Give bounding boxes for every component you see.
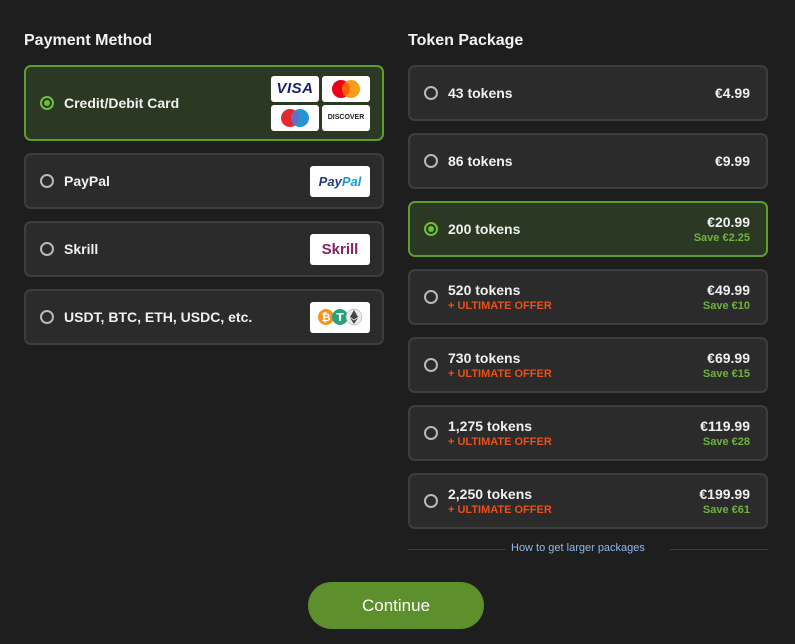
- continue-button[interactable]: Continue: [308, 582, 484, 629]
- payment-option-crypto[interactable]: USDT, BTC, ETH, USDC, etc. ₿ T: [24, 289, 384, 345]
- token-price: €199.99: [699, 486, 750, 502]
- savings-label: Save €28: [702, 436, 750, 448]
- token-package-radio[interactable]: [424, 222, 438, 236]
- larger-packages-link[interactable]: How to get larger packages: [511, 542, 645, 554]
- payment-option-label: Credit/Debit Card: [64, 95, 180, 111]
- mastercard-logo: [322, 75, 370, 102]
- paypal-logo: PayPal: [310, 165, 370, 197]
- token-amount: 2,250 tokens: [448, 486, 533, 502]
- token-package-option[interactable]: 200 tokens €20.99 Save €2.25: [408, 201, 768, 257]
- card-radio[interactable]: [40, 96, 54, 110]
- payment-option-paypal[interactable]: PayPal PayPal: [24, 153, 384, 209]
- token-amount: 200 tokens: [448, 221, 521, 237]
- token-package-option[interactable]: 730 tokens + ULTIMATE OFFER €69.99 Save €15: [408, 337, 768, 393]
- savings-label: Save €2.25: [693, 232, 750, 244]
- token-package-option[interactable]: 1,275 tokens + ULTIMATE OFFER €119.99 Save …: [408, 405, 768, 461]
- token-package-radio[interactable]: [424, 426, 438, 440]
- token-package-option[interactable]: 2,250 tokens + ULTIMATE OFFER €199.99 Save …: [408, 473, 768, 529]
- token-package-radio[interactable]: [424, 494, 438, 508]
- savings-label: Save €15: [702, 368, 750, 380]
- ultimate-offer-tag: + ULTIMATE OFFER: [448, 436, 552, 448]
- payment-option-skrill[interactable]: Skrill Skrill: [24, 221, 384, 277]
- token-package-radio[interactable]: [424, 86, 438, 100]
- payment-option-label: PayPal: [64, 173, 110, 189]
- token-amount: 730 tokens: [448, 350, 521, 366]
- token-package-radio[interactable]: [424, 290, 438, 304]
- token-price: €119.99: [700, 418, 750, 434]
- savings-label: Save €61: [702, 504, 750, 516]
- crypto-radio[interactable]: [40, 310, 54, 324]
- ultimate-offer-tag: + ULTIMATE OFFER: [448, 300, 552, 312]
- divider: [670, 549, 768, 550]
- payment-option-label: USDT, BTC, ETH, USDC, etc.: [64, 309, 253, 325]
- savings-label: Save €10: [702, 300, 750, 312]
- token-package-radio[interactable]: [424, 154, 438, 168]
- token-package-option[interactable]: 520 tokens + ULTIMATE OFFER €49.99 Save €10: [408, 269, 768, 325]
- token-amount: 1,275 tokens: [448, 418, 533, 434]
- discover-logo: DISCOVER: [322, 104, 370, 131]
- payment-option-card[interactable]: Credit/Debit Card VISA DISCOVER: [24, 65, 384, 141]
- skrill-logo: Skrill: [310, 233, 370, 265]
- token-price: €4.99: [714, 85, 750, 101]
- svg-text:T: T: [336, 311, 344, 324]
- payment-method-heading: Payment Method: [24, 32, 153, 49]
- crypto-coins-icon: ₿ T: [310, 301, 370, 333]
- divider: [408, 549, 506, 550]
- maestro-logo: [271, 104, 319, 131]
- token-price: €49.99: [707, 282, 750, 298]
- skrill-radio[interactable]: [40, 242, 54, 256]
- token-amount: 520 tokens: [448, 282, 521, 298]
- token-price: €20.99: [707, 214, 750, 230]
- token-amount: 43 tokens: [448, 85, 513, 101]
- token-package-option[interactable]: 86 tokens €9.99: [408, 133, 768, 189]
- token-amount: 86 tokens: [448, 153, 513, 169]
- paypal-radio[interactable]: [40, 174, 54, 188]
- token-package-heading: Token Package: [408, 32, 524, 49]
- token-package-option[interactable]: 43 tokens €4.99: [408, 65, 768, 121]
- payment-option-label: Skrill: [64, 241, 99, 257]
- token-price: €9.99: [714, 153, 750, 169]
- svg-text:₿: ₿: [322, 311, 331, 324]
- token-price: €69.99: [707, 350, 750, 366]
- ultimate-offer-tag: + ULTIMATE OFFER: [448, 504, 552, 516]
- token-package-radio[interactable]: [424, 358, 438, 372]
- ultimate-offer-tag: + ULTIMATE OFFER: [448, 368, 552, 380]
- visa-logo: VISA: [271, 75, 319, 102]
